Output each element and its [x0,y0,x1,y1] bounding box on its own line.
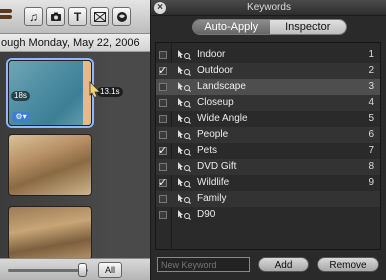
keyword-row[interactable]: DVD Gift 8 [156,159,380,175]
keyword-checkbox[interactable] [159,99,167,107]
keyword-tag-icon [178,146,191,156]
resize-cursor-icon [89,81,101,98]
keyword-row[interactable]: ✓ Pets 7 [156,143,380,159]
keyword-label: Outdoor [197,65,234,76]
keyword-label: Landscape [197,81,246,92]
keyword-label: Closeup [197,97,234,108]
show-all-button[interactable]: All [98,262,122,278]
keyword-checkbox[interactable] [159,83,167,91]
checkmark-icon: ✓ [158,145,168,157]
transitions-icon[interactable] [90,7,109,26]
keyword-label: Wildlife [197,177,230,188]
keyword-shortcut: 7 [368,145,374,156]
keyword-tag-icon [178,194,191,204]
pane-grip[interactable] [0,9,12,25]
mode-segmented-control: Auto-Apply Inspector [192,19,347,35]
keyword-tag-icon [178,50,191,60]
keyword-tag-icon [178,114,191,124]
keyword-tag-icon [178,66,191,76]
remove-button[interactable]: Remove [317,257,379,272]
keyword-row[interactable]: ✓ Outdoor 2 [156,63,380,79]
clip-action-menu-icon[interactable]: ⚙▾ [12,112,30,122]
media-toolbar: ♫ T [0,0,150,34]
keyword-row[interactable]: ✓ Wildlife 9 [156,175,380,191]
keyword-label: D90 [197,209,216,220]
zoom-slider-knob[interactable] [78,263,87,277]
keyword-label: Wide Angle [197,113,248,124]
keyword-tag-icon [178,98,191,108]
keyword-row[interactable]: Wide Angle 5 [156,111,380,127]
title-icon[interactable]: T [68,7,87,26]
panel-titlebar[interactable]: × Keywords [151,0,386,16]
keyword-shortcut: 1 [368,49,374,60]
keyword-tag-icon [178,82,191,92]
clip-duration: 18s [11,91,30,101]
event-date-label: ough Monday, May 22, 2006 [0,34,150,52]
clip-thumbnail[interactable]: 18s ⚙▾ [8,60,92,126]
keyword-tag-icon [178,130,191,140]
keyword-row[interactable]: Landscape 3 [156,79,380,95]
keyword-row[interactable]: Closeup 4 [156,95,380,111]
clip-strip: 18s ⚙▾ 13.1s [0,52,150,260]
keyword-tag-icon [178,178,191,188]
checkmark-icon: ✓ [158,65,168,77]
keyword-label: DVD Gift [197,161,237,172]
keyword-label: Family [197,193,227,204]
panel-title: Keywords [247,2,291,13]
keyword-list: Indoor 1 ✓ Outdoor 2 Landscape 3 Closeup 4 Wide A… [155,42,381,250]
zoom-bar: All [0,258,150,280]
keyword-shortcut: 6 [368,129,374,140]
keyword-shortcut: 9 [368,177,374,188]
keyword-checkbox[interactable] [159,163,167,171]
checkmark-icon: ✓ [158,177,168,189]
keywords-panel: × Keywords Auto-Apply Inspector Indoor 1 ✓… [150,0,386,280]
keyword-label: Indoor [197,49,226,60]
camera-icon[interactable] [46,7,65,26]
effects-icon[interactable] [112,7,131,26]
music-icon[interactable]: ♫ [24,7,43,26]
keyword-shortcut: 8 [368,161,374,172]
keyword-checkbox[interactable] [159,211,167,219]
zoom-slider-track[interactable] [8,269,88,272]
keyword-checkbox[interactable] [159,115,167,123]
event-browser-pane: ♫ T ough Monday, May 22, 2006 18s ⚙▾ 13.… [0,0,150,280]
clip-thumbnail[interactable] [8,134,92,196]
tab-inspector[interactable]: Inspector [269,20,346,34]
keyword-label: People [197,129,229,140]
keyword-shortcut: 2 [368,65,374,76]
keyword-row[interactable]: Indoor 1 [156,47,380,63]
keyword-row[interactable]: D90 [156,207,380,223]
keyword-shortcut: 4 [368,97,374,108]
keyword-shortcut: 5 [368,113,374,124]
tab-auto-apply[interactable]: Auto-Apply [193,20,270,34]
keyword-tag-icon [178,162,191,172]
keyword-shortcut: 3 [368,81,374,92]
keyword-row[interactable]: Family [156,191,380,207]
keyword-label: Pets [197,145,218,156]
keyword-checkbox[interactable] [159,195,167,203]
keyword-checkbox[interactable] [159,51,167,59]
clip-thumbnail[interactable] [8,206,92,260]
keyword-row[interactable]: People 6 [156,127,380,143]
keyword-checkbox[interactable] [159,131,167,139]
add-button[interactable]: Add [258,257,309,272]
strip-gutter [113,52,150,258]
keyword-tag-icon [178,210,191,220]
new-keyword-field[interactable] [157,257,250,272]
